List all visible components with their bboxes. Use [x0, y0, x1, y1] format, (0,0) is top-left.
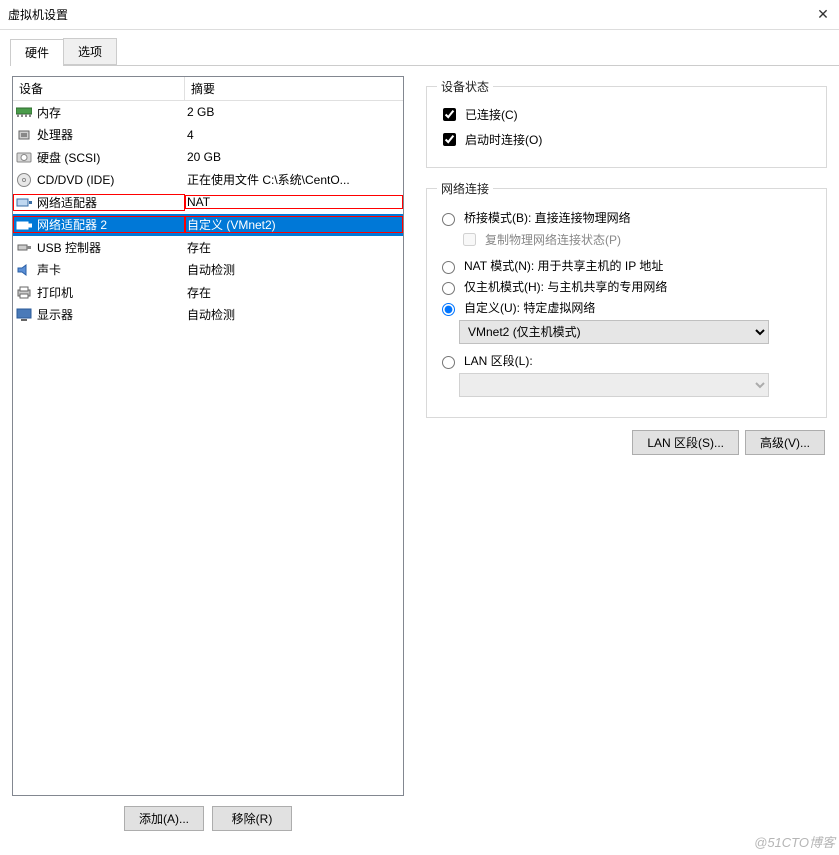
device-summary: 存在 — [185, 239, 403, 256]
device-summary: 存在 — [185, 284, 403, 301]
device-label: 显示器 — [37, 306, 73, 323]
connect-at-poweron-row[interactable]: 启动时连接(O) — [439, 130, 816, 149]
device-status-legend: 设备状态 — [437, 78, 493, 95]
nat-row[interactable]: NAT 模式(N): 用于共享主机的 IP 地址 — [437, 257, 816, 274]
hdd-icon — [15, 149, 33, 165]
table-row-usb[interactable]: USB 控制器 存在 — [13, 236, 403, 259]
device-summary: 自动检测 — [185, 306, 403, 323]
remove-button[interactable]: 移除(R) — [212, 806, 292, 831]
display-icon — [15, 307, 33, 323]
device-summary: 自动检测 — [185, 261, 403, 278]
nat-radio[interactable] — [442, 261, 455, 274]
device-summary: 正在使用文件 C:\系统\CentO... — [185, 171, 403, 188]
custom-row[interactable]: 自定义(U): 特定虚拟网络 — [437, 299, 816, 316]
hostonly-row[interactable]: 仅主机模式(H): 与主机共享的专用网络 — [437, 278, 816, 295]
sound-icon — [15, 262, 33, 278]
table-row-hdd[interactable]: 硬盘 (SCSI) 20 GB — [13, 146, 403, 169]
hostonly-radio[interactable] — [442, 282, 455, 295]
device-label: 打印机 — [37, 284, 73, 301]
net-icon — [15, 217, 33, 233]
close-icon[interactable]: ✕ — [811, 6, 835, 23]
lan-label: LAN 区段(L): — [464, 352, 533, 369]
device-summary: 20 GB — [185, 150, 403, 164]
device-label: 网络适配器 — [37, 194, 97, 211]
device-label: 声卡 — [37, 261, 61, 278]
connected-label: 已连接(C) — [465, 106, 518, 123]
device-table-header: 设备 摘要 — [13, 77, 403, 101]
device-summary: 自定义 (VMnet2) — [185, 216, 403, 233]
table-row-memory[interactable]: 内存 2 GB — [13, 101, 403, 124]
device-label: 处理器 — [37, 126, 73, 143]
table-row-display[interactable]: 显示器 自动检测 — [13, 304, 403, 327]
hostonly-label: 仅主机模式(H): 与主机共享的专用网络 — [464, 278, 667, 295]
device-label: USB 控制器 — [37, 239, 101, 256]
device-label: CD/DVD (IDE) — [37, 173, 114, 187]
connect-at-poweron-checkbox[interactable] — [443, 133, 456, 146]
bridged-label: 桥接模式(B): 直接连接物理网络 — [464, 209, 631, 226]
lan-combo-row — [459, 373, 816, 397]
left-buttons: 添加(A)... 移除(R) — [12, 806, 404, 831]
printer-icon — [15, 284, 33, 300]
left-pane: 设备 摘要 内存 2 GB 处理器 4 硬盘 (SCSI) 20 GB CD/DVD (ID… — [12, 76, 404, 841]
usb-icon — [15, 239, 33, 255]
connect-at-poweron-label: 启动时连接(O) — [465, 131, 542, 148]
net-icon — [15, 194, 33, 210]
lan-segment-combo — [459, 373, 769, 397]
device-status-group: 设备状态 已连接(C) 启动时连接(O) — [426, 78, 827, 168]
nat-label: NAT 模式(N): 用于共享主机的 IP 地址 — [464, 257, 663, 274]
lan-radio[interactable] — [442, 356, 455, 369]
table-row-cpu[interactable]: 处理器 4 — [13, 124, 403, 147]
table-row-cd[interactable]: CD/DVD (IDE) 正在使用文件 C:\系统\CentO... — [13, 169, 403, 192]
add-button[interactable]: 添加(A)... — [124, 806, 204, 831]
device-label: 硬盘 (SCSI) — [37, 149, 100, 166]
right-bottom-buttons: LAN 区段(S)... 高级(V)... — [426, 430, 825, 455]
replicate-row: 复制物理网络连接状态(P) — [459, 230, 816, 249]
tabs: 硬件 选项 — [10, 38, 839, 66]
lan-segments-button[interactable]: LAN 区段(S)... — [632, 430, 739, 455]
custom-vnet-combo[interactable]: VMnet2 (仅主机模式) — [459, 320, 769, 344]
table-row-net2[interactable]: 网络适配器 2 自定义 (VMnet2) — [13, 214, 403, 237]
custom-combo-row: VMnet2 (仅主机模式) — [459, 320, 816, 344]
network-connection-group: 网络连接 桥接模式(B): 直接连接物理网络 复制物理网络连接状态(P) NAT… — [426, 180, 827, 418]
bridged-row[interactable]: 桥接模式(B): 直接连接物理网络 — [437, 209, 816, 226]
col-header-device[interactable]: 设备 — [13, 77, 185, 100]
replicate-checkbox — [463, 233, 476, 246]
device-summary: 2 GB — [185, 105, 403, 119]
right-pane: 设备状态 已连接(C) 启动时连接(O) 网络连接 桥接模式(B): 直接连接物… — [426, 76, 827, 841]
col-header-summary[interactable]: 摘要 — [185, 77, 403, 100]
network-connection-legend: 网络连接 — [437, 180, 493, 197]
window-title: 虚拟机设置 — [8, 6, 68, 23]
memory-icon — [15, 104, 33, 120]
custom-label: 自定义(U): 特定虚拟网络 — [464, 299, 595, 316]
device-summary: 4 — [185, 128, 403, 142]
title-bar: 虚拟机设置 ✕ — [0, 0, 839, 30]
device-label: 内存 — [37, 104, 61, 121]
replicate-label: 复制物理网络连接状态(P) — [485, 231, 621, 248]
device-label: 网络适配器 2 — [37, 216, 107, 233]
watermark: @51CTO博客 — [754, 832, 835, 851]
connected-row[interactable]: 已连接(C) — [439, 105, 816, 124]
table-row-sound[interactable]: 声卡 自动检测 — [13, 259, 403, 282]
tab-options[interactable]: 选项 — [63, 38, 117, 65]
device-table-body: 内存 2 GB 处理器 4 硬盘 (SCSI) 20 GB CD/DVD (IDE) 正在使用… — [13, 101, 403, 795]
connected-checkbox[interactable] — [443, 108, 456, 121]
bridged-radio[interactable] — [442, 213, 455, 226]
device-summary: NAT — [185, 195, 403, 209]
tab-hardware[interactable]: 硬件 — [10, 39, 64, 66]
advanced-button[interactable]: 高级(V)... — [745, 430, 825, 455]
custom-radio[interactable] — [442, 303, 455, 316]
table-row-printer[interactable]: 打印机 存在 — [13, 281, 403, 304]
cd-icon — [15, 172, 33, 188]
table-row-net1[interactable]: 网络适配器 NAT — [13, 191, 403, 214]
content: 设备 摘要 内存 2 GB 处理器 4 硬盘 (SCSI) 20 GB CD/DVD (ID… — [0, 66, 839, 841]
lan-row[interactable]: LAN 区段(L): — [437, 352, 816, 369]
device-table: 设备 摘要 内存 2 GB 处理器 4 硬盘 (SCSI) 20 GB CD/DVD (ID… — [12, 76, 404, 796]
cpu-icon — [15, 127, 33, 143]
